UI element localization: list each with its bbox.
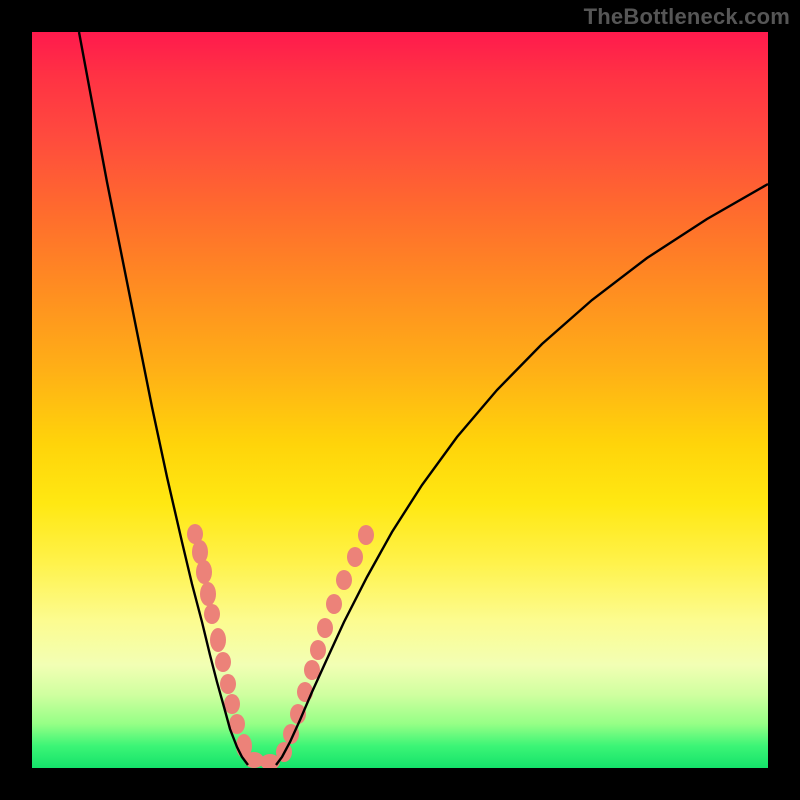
data-marker xyxy=(310,640,326,660)
curve-right-path xyxy=(276,184,768,765)
data-marker xyxy=(196,560,212,584)
data-marker xyxy=(358,525,374,545)
data-marker xyxy=(347,547,363,567)
data-marker xyxy=(297,682,313,702)
data-marker xyxy=(336,570,352,590)
marker-layer xyxy=(187,524,374,768)
data-marker xyxy=(317,618,333,638)
data-marker xyxy=(215,652,231,672)
data-marker xyxy=(204,604,220,624)
data-marker xyxy=(326,594,342,614)
data-marker xyxy=(220,674,236,694)
plot-area xyxy=(32,32,768,768)
data-marker xyxy=(200,582,216,606)
data-marker xyxy=(224,694,240,714)
watermark-text: TheBottleneck.com xyxy=(584,4,790,30)
chart-frame: TheBottleneck.com xyxy=(0,0,800,800)
curve-svg xyxy=(32,32,768,768)
data-marker xyxy=(210,628,226,652)
